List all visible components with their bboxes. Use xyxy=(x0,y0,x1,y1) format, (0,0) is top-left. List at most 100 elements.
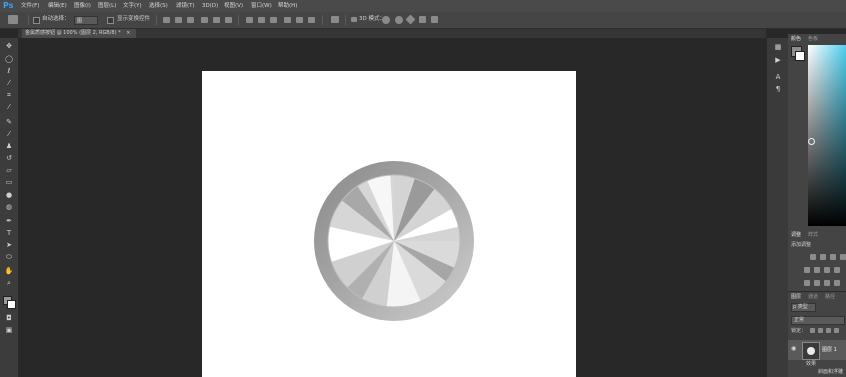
3d-scale-icon[interactable] xyxy=(431,16,438,23)
menu-help[interactable]: 帮助(H) xyxy=(278,0,297,12)
menu-filter[interactable]: 滤镜(T) xyxy=(176,0,195,12)
menu-view[interactable]: 视图(V) xyxy=(224,0,243,12)
curves-adjust-icon[interactable] xyxy=(830,254,836,260)
ellipse-tool-icon[interactable]: ⬭ xyxy=(4,253,14,261)
dodge-tool-icon[interactable]: ◍ xyxy=(4,203,14,211)
auto-align-icon[interactable] xyxy=(331,16,339,23)
tools-panel: ✥ ◯ ℓ ⁄ ⌗ ⁄ ✎ ⁄ ♟ ↺ ▱ ▭ ● ◍ ✒ T ➤ ⬭ ✋ ⌕ … xyxy=(0,38,19,377)
tab-paths[interactable]: 路径 xyxy=(825,293,835,301)
invert-adjust-icon[interactable] xyxy=(834,280,840,286)
vibrance-adjust-icon[interactable] xyxy=(804,267,810,273)
move-tool-preset-icon[interactable] xyxy=(8,15,18,24)
distribute-hcenter-icon[interactable] xyxy=(296,17,303,23)
healing-brush-tool-icon[interactable]: ✎ xyxy=(4,118,14,126)
character-panel-icon[interactable]: A xyxy=(773,73,783,82)
pen-tool-icon[interactable]: ✒ xyxy=(4,217,14,225)
photo-filter-adjust-icon[interactable] xyxy=(804,280,810,286)
menu-type[interactable]: 文字(Y) xyxy=(123,0,142,12)
color-balance-adjust-icon[interactable] xyxy=(824,267,830,273)
quick-mask-icon[interactable]: ◘ xyxy=(4,314,14,322)
zoom-tool-icon[interactable]: ⌕ xyxy=(4,279,14,287)
tab-color[interactable]: 颜色 xyxy=(791,35,801,43)
lock-brush-icon[interactable] xyxy=(818,328,823,333)
brightness-adjust-icon[interactable] xyxy=(810,254,816,260)
menu-select[interactable]: 选择(S) xyxy=(149,0,168,12)
history-panel-icon[interactable]: ▦ xyxy=(773,43,783,52)
color-picker-cursor[interactable] xyxy=(808,138,815,145)
document-tab-title: 金属质感按钮 @ 100% (图层 2, RGB/8) * xyxy=(25,30,121,36)
menu-image[interactable]: 图像(I) xyxy=(74,0,91,12)
3d-pan-icon[interactable] xyxy=(405,14,416,25)
tab-layers[interactable]: 图层 xyxy=(791,293,801,301)
brush-tool-icon[interactable]: ⁄ xyxy=(4,130,14,138)
menu-window[interactable]: 窗口(W) xyxy=(251,0,272,12)
hue-saturation-adjust-icon[interactable] xyxy=(814,267,820,273)
color-lookup-adjust-icon[interactable] xyxy=(824,280,830,286)
lock-transparent-icon[interactable] xyxy=(810,328,815,333)
menu-3d[interactable]: 3D(D) xyxy=(202,0,218,12)
exposure-adjust-icon[interactable] xyxy=(840,254,846,260)
lock-move-icon[interactable] xyxy=(826,328,831,333)
background-color-chip[interactable] xyxy=(795,51,805,61)
black-white-adjust-icon[interactable] xyxy=(834,267,840,273)
show-transform-checkbox[interactable] xyxy=(107,17,114,24)
blur-tool-icon[interactable]: ● xyxy=(4,191,14,199)
history-brush-tool-icon[interactable]: ↺ xyxy=(4,154,14,162)
layer-filter-dropdown[interactable]: ρ 类型 xyxy=(791,303,816,312)
gradient-tool-icon[interactable]: ▭ xyxy=(4,178,14,186)
eyedropper-tool-icon[interactable]: ⁄ xyxy=(4,103,14,111)
auto-select-label: 自动选择： xyxy=(42,16,70,22)
levels-adjust-icon[interactable] xyxy=(820,254,826,260)
auto-select-dropdown[interactable]: 图 xyxy=(74,16,98,25)
distribute-top-icon[interactable] xyxy=(246,17,253,23)
align-hcenter-icon[interactable] xyxy=(213,17,220,23)
hand-tool-icon[interactable]: ✋ xyxy=(4,267,14,275)
eraser-tool-icon[interactable]: ▱ xyxy=(4,166,14,174)
close-icon[interactable]: × xyxy=(126,30,130,36)
align-vcenter-icon[interactable] xyxy=(175,17,182,23)
move-tool-icon[interactable]: ✥ xyxy=(4,42,14,50)
paragraph-panel-icon[interactable]: ¶ xyxy=(773,85,783,94)
document-tab[interactable]: 金属质感按钮 @ 100% (图层 2, RGB/8) * × xyxy=(22,29,137,38)
screen-mode-icon[interactable]: ▣ xyxy=(4,326,14,334)
3d-orbit-icon[interactable] xyxy=(382,16,390,24)
path-select-tool-icon[interactable]: ➤ xyxy=(4,241,14,249)
distribute-vcenter-icon[interactable] xyxy=(258,17,265,23)
clone-stamp-tool-icon[interactable]: ♟ xyxy=(4,142,14,150)
tab-adjustments[interactable]: 调整 xyxy=(791,231,801,239)
lock-all-icon[interactable] xyxy=(834,328,839,333)
blend-mode-dropdown[interactable]: 正常 xyxy=(791,316,845,325)
crop-tool-icon[interactable]: ⌗ xyxy=(4,91,14,99)
menu-file[interactable]: 文件(F) xyxy=(21,0,39,12)
channel-mixer-adjust-icon[interactable] xyxy=(814,280,820,286)
distribute-bottom-icon[interactable] xyxy=(270,17,277,23)
type-tool-icon[interactable]: T xyxy=(4,229,14,237)
align-left-icon[interactable] xyxy=(201,17,208,23)
tab-channels[interactable]: 通道 xyxy=(808,293,818,301)
background-color-swatch[interactable] xyxy=(7,300,16,309)
auto-select-checkbox[interactable] xyxy=(33,17,40,24)
3d-slide-icon[interactable] xyxy=(419,16,426,23)
3d-roll-icon[interactable] xyxy=(395,16,403,24)
align-right-icon[interactable] xyxy=(225,17,232,23)
layer-effect-item[interactable]: 斜面和浮雕 xyxy=(818,368,843,376)
menu-layer[interactable]: 图层(L) xyxy=(98,0,116,12)
menu-bar: Ps 文件(F) 编辑(E) 图像(I) 图层(L) 文字(Y) 选择(S) 滤… xyxy=(0,0,846,12)
align-top-icon[interactable] xyxy=(163,17,170,23)
tab-styles[interactable]: 样式 xyxy=(808,231,818,239)
divider xyxy=(28,15,29,25)
menu-edit[interactable]: 编辑(E) xyxy=(48,0,67,12)
actions-panel-icon[interactable]: ▶ xyxy=(773,56,783,65)
marquee-tool-icon[interactable]: ◯ xyxy=(4,55,14,63)
distribute-left-icon[interactable] xyxy=(284,17,291,23)
distribute-right-icon[interactable] xyxy=(308,17,315,23)
lasso-tool-icon[interactable]: ℓ xyxy=(4,67,14,75)
tab-swatches[interactable]: 色板 xyxy=(808,35,818,43)
layer-name[interactable]: 图层 1 xyxy=(822,346,837,354)
quick-select-tool-icon[interactable]: ⁄ xyxy=(4,79,14,87)
layer-effects-label[interactable]: 效果 xyxy=(806,360,816,368)
visibility-eye-icon[interactable]: ◉ xyxy=(791,346,797,352)
align-bottom-icon[interactable] xyxy=(187,17,194,23)
color-spectrum-field[interactable] xyxy=(808,45,846,226)
layer-row[interactable]: ◉ 图层 1 xyxy=(788,340,846,360)
